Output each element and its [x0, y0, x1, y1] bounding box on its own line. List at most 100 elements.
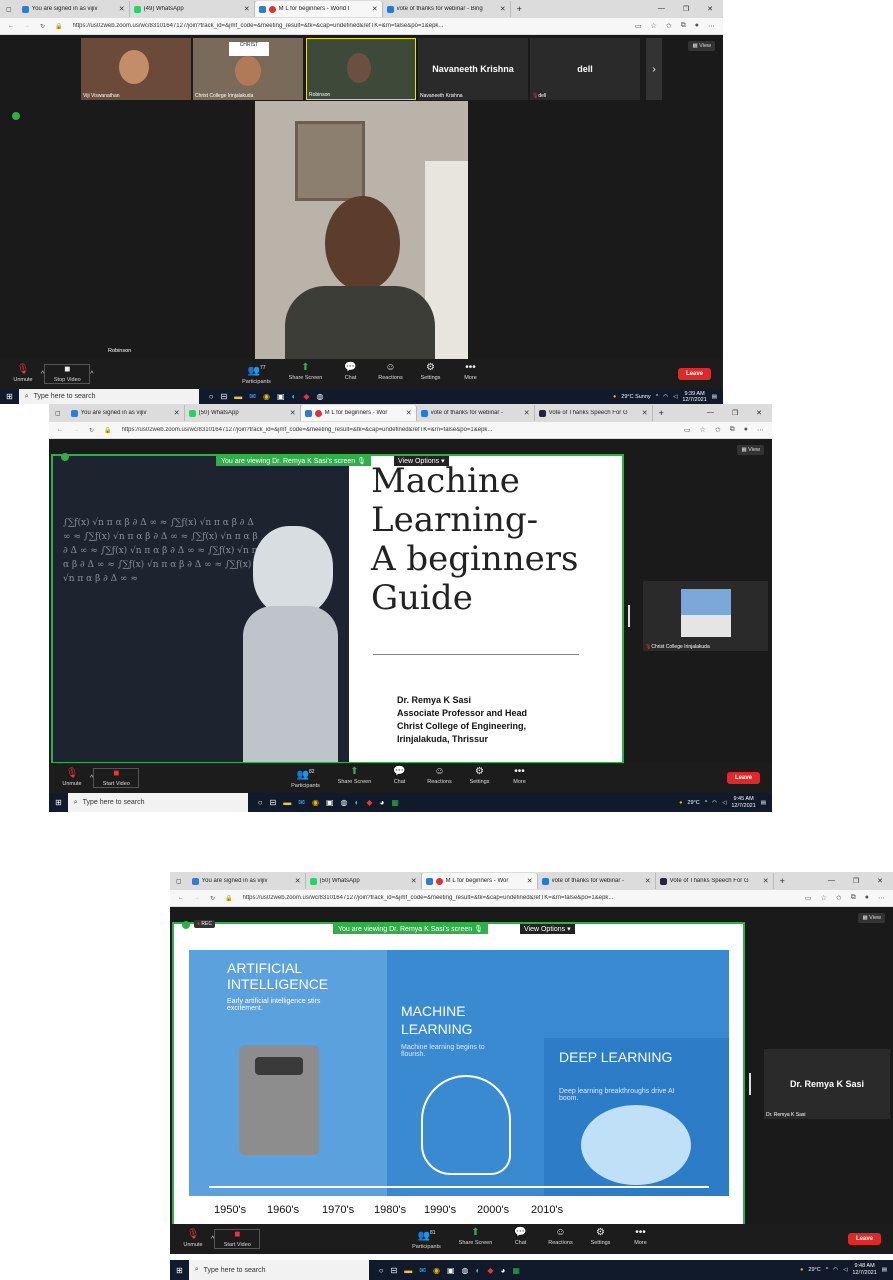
close-tab-icon[interactable]: ✕ [119, 5, 125, 13]
new-tab-icon[interactable]: + [774, 876, 791, 886]
participant-thumbnail[interactable]: Dr. Remya K Sasi Dr. Remya K Sasi [764, 1049, 890, 1119]
participant-thumbnail[interactable]: CHRIST Christ College Irinjalakuda [193, 38, 303, 100]
spreadsheet-icon[interactable]: ▦ [512, 1266, 520, 1275]
file-explorer-icon[interactable]: ▬ [283, 798, 291, 807]
edge-icon[interactable]: ◐ [292, 392, 297, 401]
participant-thumbnail-active[interactable]: Robinson [306, 38, 416, 100]
browser-tab-active[interactable]: M L for beginners - World I ✕ [254, 1, 383, 17]
notifications-icon[interactable]: ▤ [712, 394, 717, 400]
camera-icon[interactable]: ▭ [805, 894, 812, 902]
url-field[interactable]: https://us02web.zoom.us/wc/83101647127/j… [122, 427, 674, 433]
tray-chevron-icon[interactable]: ^ [656, 394, 659, 400]
profile-icon[interactable]: ● [865, 894, 869, 902]
video-options-chevron-icon[interactable]: ^ [90, 371, 93, 378]
participants-button[interactable]: 👥81 Participants [405, 1228, 449, 1249]
back-icon[interactable]: ← [178, 895, 184, 901]
close-tab-icon[interactable]: ✕ [524, 409, 530, 417]
network-icon[interactable]: ◠ [833, 1267, 838, 1273]
task-view-icon[interactable]: ⊟ [391, 1266, 398, 1275]
panel-resize-handle[interactable] [628, 605, 630, 627]
mail-icon[interactable]: ✉ [249, 392, 256, 401]
cortana-icon[interactable]: ○ [379, 1266, 384, 1275]
reactions-button[interactable]: ☺ Reactions [543, 1228, 579, 1249]
back-icon[interactable]: ← [8, 23, 14, 29]
browser-tab[interactable]: You are signed in as vijiv ✕ [67, 405, 185, 421]
refresh-icon[interactable]: ↻ [89, 427, 94, 434]
leave-button[interactable]: Leave [847, 1233, 881, 1245]
favorites-icon[interactable]: ✩ [836, 894, 842, 902]
favorites-icon[interactable]: ✩ [715, 426, 721, 434]
close-tab-icon[interactable]: ✕ [411, 877, 417, 885]
refresh-icon[interactable]: ↻ [40, 23, 45, 30]
collections-icon[interactable]: ⧉ [730, 426, 735, 434]
profile-icon[interactable]: ● [695, 22, 699, 30]
paint-icon[interactable]: ◍ [462, 1266, 469, 1275]
start-video-button[interactable]: ■ Start Video [93, 768, 140, 788]
close-tab-icon[interactable]: ✕ [174, 409, 180, 417]
unmute-button[interactable]: 🎙 Unmute [175, 1230, 211, 1249]
volume-icon[interactable]: ◁ [722, 800, 726, 806]
favorites-icon[interactable]: ✩ [666, 22, 672, 30]
browser-tab[interactable]: You are signed in as vijiv ✕ [18, 1, 130, 17]
browser-tab[interactable]: vote of thanks for webinar - ✕ [538, 873, 656, 889]
browser-tab[interactable]: (49) WhatsApp ✕ [130, 1, 255, 17]
collections-icon[interactable]: ⧉ [681, 22, 686, 30]
edge-icon[interactable]: ◐ [354, 798, 359, 807]
more-button[interactable]: ••• More [453, 363, 489, 384]
browser-tab-active[interactable]: M L for beginners - Wor ✕ [300, 405, 417, 421]
paint-icon[interactable]: ◍ [341, 798, 348, 807]
chat-button[interactable]: 💬 Chat [503, 1228, 539, 1249]
leave-button[interactable]: Leave [726, 772, 760, 784]
profile-icon[interactable]: ● [744, 426, 748, 434]
stop-video-button[interactable]: ■ Stop Video [44, 364, 91, 384]
minimize-icon[interactable]: — [658, 5, 665, 13]
browser-tab-active[interactable]: M L for beginners - Wor ✕ [421, 873, 538, 889]
task-view-icon[interactable]: ⊟ [270, 798, 277, 807]
close-window-icon[interactable]: ✕ [707, 5, 713, 13]
browser-tab[interactable]: vote of thanks for webinar - Bing ✕ [383, 1, 511, 17]
close-tab-icon[interactable]: ✕ [372, 5, 378, 13]
menu-icon[interactable]: ⋯ [878, 894, 885, 902]
view-button[interactable]: ▦ View [737, 445, 764, 455]
new-tab-icon[interactable]: + [653, 408, 670, 418]
close-tab-icon[interactable]: ✕ [406, 409, 412, 417]
mail-icon[interactable]: ✉ [419, 1266, 426, 1275]
close-tab-icon[interactable]: ✕ [642, 409, 648, 417]
task-view-icon[interactable]: ⊟ [221, 392, 228, 401]
participant-thumbnail[interactable]: 🎙Christ College Irinjalakuda [643, 581, 768, 651]
participants-button[interactable]: 👥77 Participants [235, 363, 279, 384]
url-field[interactable]: https://us02web.zoom.us/wc/83101647127/j… [243, 895, 795, 901]
panel-resize-handle[interactable] [749, 1073, 751, 1095]
taskbar-search[interactable]: ⌕ Type here to search [67, 793, 248, 812]
close-tab-icon[interactable]: ✕ [763, 877, 769, 885]
windows-start-icon[interactable]: ⊞ [49, 798, 68, 807]
edge-icon[interactable]: ◐ [475, 1266, 480, 1275]
browser-tab[interactable]: vote of thanks for webinar - ✕ [417, 405, 535, 421]
close-tab-icon[interactable]: ✕ [645, 877, 651, 885]
security-shield-icon[interactable] [182, 921, 190, 929]
tab-actions-icon[interactable]: ▢ [0, 6, 18, 13]
notifications-icon[interactable]: ▤ [761, 800, 766, 806]
tray-chevron-icon[interactable]: ^ [826, 1267, 829, 1273]
pdf-icon[interactable]: ◆ [487, 1266, 493, 1275]
settings-button[interactable]: ⚙ Settings [583, 1228, 619, 1249]
volume-icon[interactable]: ◁ [843, 1267, 847, 1273]
camera-icon[interactable]: ▭ [635, 22, 642, 30]
participant-thumbnail[interactable]: Viji Viswanathan [81, 38, 191, 100]
participant-thumbnail[interactable]: dell 🎙dell [530, 38, 640, 100]
restore-icon[interactable]: ❐ [683, 5, 689, 13]
menu-icon[interactable]: ⋯ [708, 22, 715, 30]
store-icon[interactable]: ▣ [326, 798, 334, 807]
network-icon[interactable]: ◠ [663, 394, 668, 400]
close-tab-icon[interactable]: ✕ [244, 5, 250, 13]
tab-actions-icon[interactable]: ▢ [170, 878, 188, 885]
paint-icon[interactable]: ◍ [317, 392, 324, 401]
restore-icon[interactable]: ❐ [732, 409, 738, 417]
tray-chevron-icon[interactable]: ^ [705, 800, 708, 806]
view-options-dropdown[interactable]: View Options ▾ [520, 924, 575, 934]
file-explorer-icon[interactable]: ▬ [404, 1266, 412, 1275]
close-window-icon[interactable]: ✕ [877, 877, 883, 885]
view-button[interactable]: ▦ View [858, 913, 885, 923]
back-icon[interactable]: ← [57, 427, 63, 433]
restore-icon[interactable]: ❐ [853, 877, 859, 885]
